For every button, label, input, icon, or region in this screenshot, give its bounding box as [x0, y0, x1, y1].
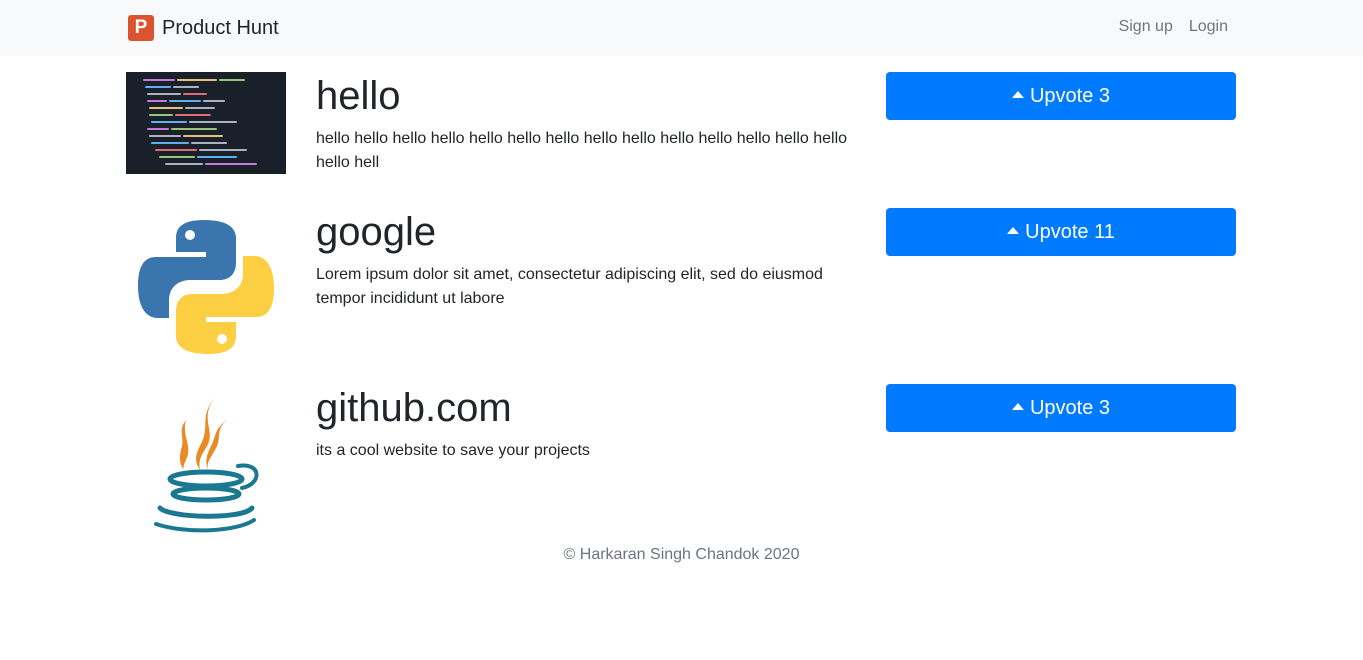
footer: © Harkaran Singh Chandok 2020 [0, 546, 1363, 564]
product-info: google Lorem ipsum dolor sit amet, conse… [316, 208, 861, 311]
code-screenshot-image[interactable] [126, 72, 286, 174]
brand-link[interactable]: P Product Hunt [128, 14, 279, 42]
nav-links: Sign up Login [1119, 18, 1228, 36]
product-description: Lorem ipsum dolor sit amet, consectetur … [316, 266, 823, 307]
signup-link[interactable]: Sign up [1119, 18, 1173, 36]
product-title[interactable]: google [316, 208, 861, 256]
product-info: github.com its a cool website to save yo… [316, 384, 861, 463]
upvote-label: Upvote 3 [1029, 396, 1111, 419]
navbar: P Product Hunt Sign up Login [0, 0, 1363, 56]
upvote-label: Upvote 3 [1029, 84, 1111, 107]
product-description: hello hello hello hello hello hello hell… [316, 130, 848, 171]
python-logo-image[interactable] [126, 208, 286, 360]
product-hunt-logo-icon: P [128, 15, 154, 41]
caret-up-icon [1011, 403, 1024, 410]
java-logo-image[interactable] [126, 384, 286, 534]
upvote-button[interactable]: Upvote 11 [886, 208, 1236, 256]
product-title[interactable]: github.com [316, 384, 861, 432]
upvote-button[interactable]: Upvote 3 [886, 384, 1236, 432]
caret-up-icon [1011, 91, 1024, 98]
upvote-button[interactable]: Upvote 3 [886, 72, 1236, 120]
footer-copyright: © Harkaran Singh Chandok 2020 [563, 546, 800, 563]
caret-up-icon [1007, 227, 1020, 234]
product-title[interactable]: hello [316, 72, 861, 120]
brand-name: Product Hunt [162, 16, 279, 39]
upvote-label: Upvote 11 [1025, 220, 1115, 243]
product-info: hello hello hello hello hello hello hell… [316, 72, 861, 175]
product-description: its a cool website to save your projects [316, 442, 590, 459]
login-link[interactable]: Login [1189, 18, 1228, 36]
